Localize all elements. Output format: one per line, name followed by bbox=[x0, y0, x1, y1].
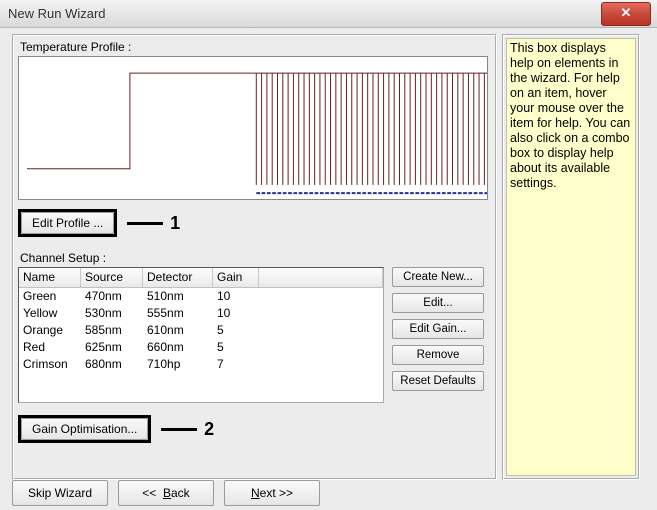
cell-detector: 610nm bbox=[143, 322, 213, 339]
cell-gain: 10 bbox=[213, 305, 259, 322]
reset-defaults-button[interactable]: Reset Defaults bbox=[392, 371, 484, 391]
help-text: This box displays help on elements in th… bbox=[506, 38, 636, 476]
temperature-profile-label: Temperature Profile : bbox=[20, 40, 491, 54]
cell-detector: 510nm bbox=[143, 288, 213, 305]
gain-optimisation-button[interactable]: Gain Optimisation... bbox=[21, 418, 148, 440]
cell-name: Green bbox=[19, 288, 81, 305]
remove-button[interactable]: Remove bbox=[392, 345, 484, 365]
edit-gain-button[interactable]: Edit Gain... bbox=[392, 319, 484, 339]
col-header-gain[interactable]: Gain bbox=[213, 268, 259, 287]
help-panel: This box displays help on elements in th… bbox=[502, 34, 640, 480]
close-button[interactable]: ✕ bbox=[601, 2, 651, 26]
temperature-profile-chart bbox=[18, 56, 488, 200]
cell-detector: 710hp bbox=[143, 356, 213, 373]
main-panel: Temperature Profile : Edit Profile ... 1… bbox=[12, 34, 497, 480]
annotation-1: 1 bbox=[127, 213, 180, 234]
edit-profile-highlight: Edit Profile ... bbox=[18, 209, 117, 237]
cell-name: Orange bbox=[19, 322, 81, 339]
col-header-name[interactable]: Name bbox=[19, 268, 81, 287]
channel-side-buttons: Create New... Edit... Edit Gain... Remov… bbox=[392, 267, 484, 391]
table-row[interactable]: Crimson680nm710hp7 bbox=[19, 356, 383, 373]
channel-table-header: Name Source Detector Gain bbox=[19, 268, 383, 288]
cell-gain: 5 bbox=[213, 339, 259, 356]
cell-source: 585nm bbox=[81, 322, 143, 339]
wizard-nav: Skip Wizard << Back Next >> bbox=[12, 480, 638, 506]
channel-table[interactable]: Name Source Detector Gain Green470nm510n… bbox=[18, 267, 384, 403]
back-button[interactable]: << Back bbox=[118, 480, 214, 506]
window-title: New Run Wizard bbox=[8, 6, 106, 21]
cell-detector: 660nm bbox=[143, 339, 213, 356]
cell-gain: 5 bbox=[213, 322, 259, 339]
edit-profile-button[interactable]: Edit Profile ... bbox=[21, 212, 114, 234]
table-row[interactable]: Yellow530nm555nm10 bbox=[19, 305, 383, 322]
next-button[interactable]: Next >> bbox=[224, 480, 320, 506]
cell-name: Crimson bbox=[19, 356, 81, 373]
cell-name: Yellow bbox=[19, 305, 81, 322]
edit-channel-button[interactable]: Edit... bbox=[392, 293, 484, 313]
annotation-2: 2 bbox=[161, 419, 214, 440]
col-header-source[interactable]: Source bbox=[81, 268, 143, 287]
cell-name: Red bbox=[19, 339, 81, 356]
cell-detector: 555nm bbox=[143, 305, 213, 322]
client-area: Temperature Profile : Edit Profile ... 1… bbox=[0, 28, 657, 510]
table-row[interactable]: Orange585nm610nm5 bbox=[19, 322, 383, 339]
cell-source: 625nm bbox=[81, 339, 143, 356]
cell-source: 680nm bbox=[81, 356, 143, 373]
gain-optimisation-highlight: Gain Optimisation... bbox=[18, 415, 151, 443]
cell-source: 530nm bbox=[81, 305, 143, 322]
close-icon: ✕ bbox=[621, 5, 632, 20]
table-row[interactable]: Green470nm510nm10 bbox=[19, 288, 383, 305]
col-header-detector[interactable]: Detector bbox=[143, 268, 213, 287]
cell-gain: 10 bbox=[213, 288, 259, 305]
table-row[interactable]: Red625nm660nm5 bbox=[19, 339, 383, 356]
channel-setup-label: Channel Setup : bbox=[20, 251, 491, 265]
cell-gain: 7 bbox=[213, 356, 259, 373]
create-new-button[interactable]: Create New... bbox=[392, 267, 484, 287]
titlebar: New Run Wizard ✕ bbox=[0, 0, 657, 28]
cell-source: 470nm bbox=[81, 288, 143, 305]
skip-wizard-button[interactable]: Skip Wizard bbox=[12, 480, 108, 506]
